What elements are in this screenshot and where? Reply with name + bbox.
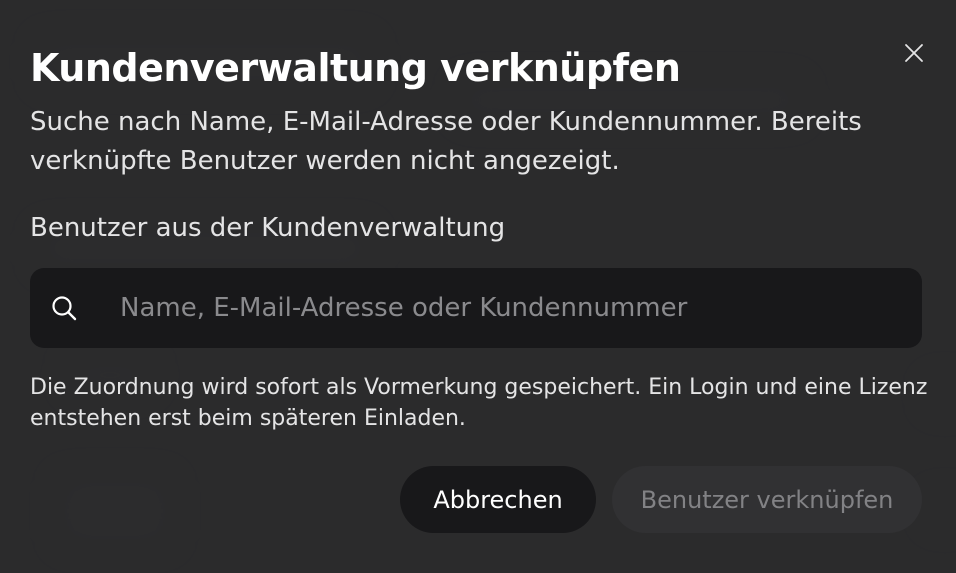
dialog-description: Suche nach Name, E-Mail-Adresse oder Kun… (30, 107, 862, 176)
cancel-button[interactable]: Abbrechen (400, 466, 596, 533)
close-button[interactable] (897, 36, 931, 70)
search-icon (52, 296, 77, 321)
hint-text: Die Zuordnung wird sofort als Vormerkung… (30, 375, 928, 431)
link-customer-dialog: Kundenverwaltung verknüpfen Suche nach N… (0, 0, 956, 573)
search-field-label: Benutzer aus der Kundenverwaltung (30, 213, 506, 243)
dialog-title: Kundenverwaltung verknüpfen (30, 46, 681, 90)
link-user-button[interactable]: Benutzer verknüpfen (612, 466, 922, 533)
search-box[interactable] (30, 268, 922, 348)
search-input[interactable] (120, 268, 900, 348)
close-icon (905, 44, 923, 62)
